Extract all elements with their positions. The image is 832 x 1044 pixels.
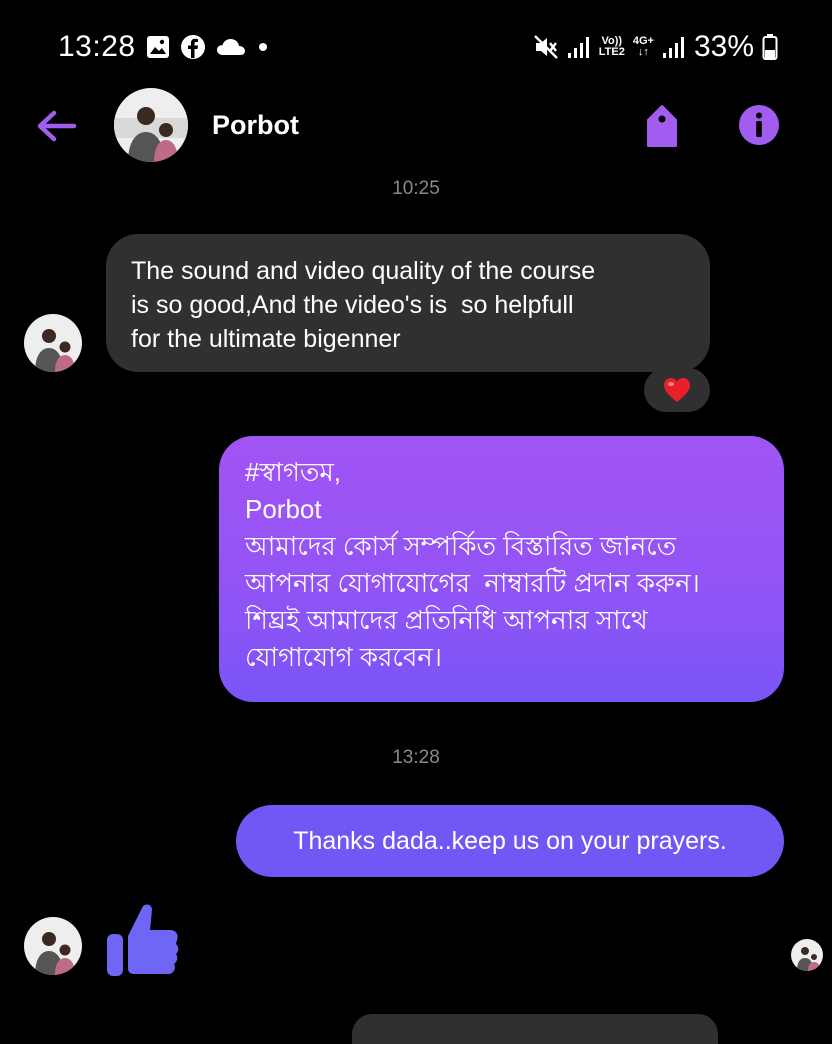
message-line: শিঘ্রই আমাদের প্রতিনিধি আপনার সাথে [245,605,648,635]
outgoing-message-bubble[interactable]: #স্বাগতম, Porbot আমাদের কোর্স সম্পর্কিত … [219,436,784,702]
reaction-badge[interactable] [644,368,710,412]
incoming-message-bubble[interactable]: The sound and video quality of the cours… [106,234,710,372]
heart-icon [664,378,690,402]
message-line: is so good,And the video's is so helpful… [131,291,574,319]
message-line: #স্বাগতম, [245,457,342,487]
lte-text: LTE2 [598,46,625,58]
cloud-icon [217,39,245,55]
gallery-icon [147,36,169,58]
partial-message-bubble [352,1014,718,1044]
mute-icon [533,35,558,59]
battery-percent: 33% [693,30,754,63]
system-icons: Vo)) LTE2 4G+ ↓↑ 33% [533,30,778,64]
contact-avatar[interactable] [114,88,188,162]
info-icon[interactable] [738,104,780,146]
message-timestamp: 13:28 [392,747,440,768]
message-line: for the ultimate bigenner [131,325,401,353]
status-time: 13:28 [58,30,136,63]
sender-avatar[interactable] [24,917,82,975]
data-arrows-icon: ↓↑ [637,46,649,58]
message-line: The sound and video quality of the cours… [131,257,596,285]
contact-name[interactable]: Porbot [212,110,299,141]
seen-receipt-avatar [791,939,823,971]
message-line: আমাদের কোর্স সম্পর্কিত বিস্তারিত জানতে [245,531,677,561]
signal-icon [662,37,684,58]
battery-icon [762,34,778,60]
message-timestamp: 10:25 [392,178,440,199]
message-text: Thanks dada..keep us on your prayers. [293,826,727,855]
volte-label: Vo)) LTE2 [599,36,625,58]
sender-avatar[interactable] [24,314,82,372]
outgoing-message-bubble[interactable]: Thanks dada..keep us on your prayers. [236,805,784,877]
message-line: আপনার যোগাযোগের নাম্বারটি প্রদান করুন। [245,568,700,598]
network-type: 4G+ ↓↑ [633,36,654,58]
status-bar: 13:28 Vo)) LTE2 4G+ ↓↑ 33% [0,0,832,92]
signal-icon [567,37,589,58]
facebook-icon [181,35,205,59]
notification-icons [146,34,270,60]
thumbs-up-icon[interactable] [104,900,180,978]
message-line: Porbot [245,494,322,524]
message-line: যোগাযোগ করবেন। [245,642,443,672]
back-arrow-icon[interactable] [34,106,78,146]
dot-icon [259,43,267,51]
tag-icon[interactable] [642,104,682,148]
